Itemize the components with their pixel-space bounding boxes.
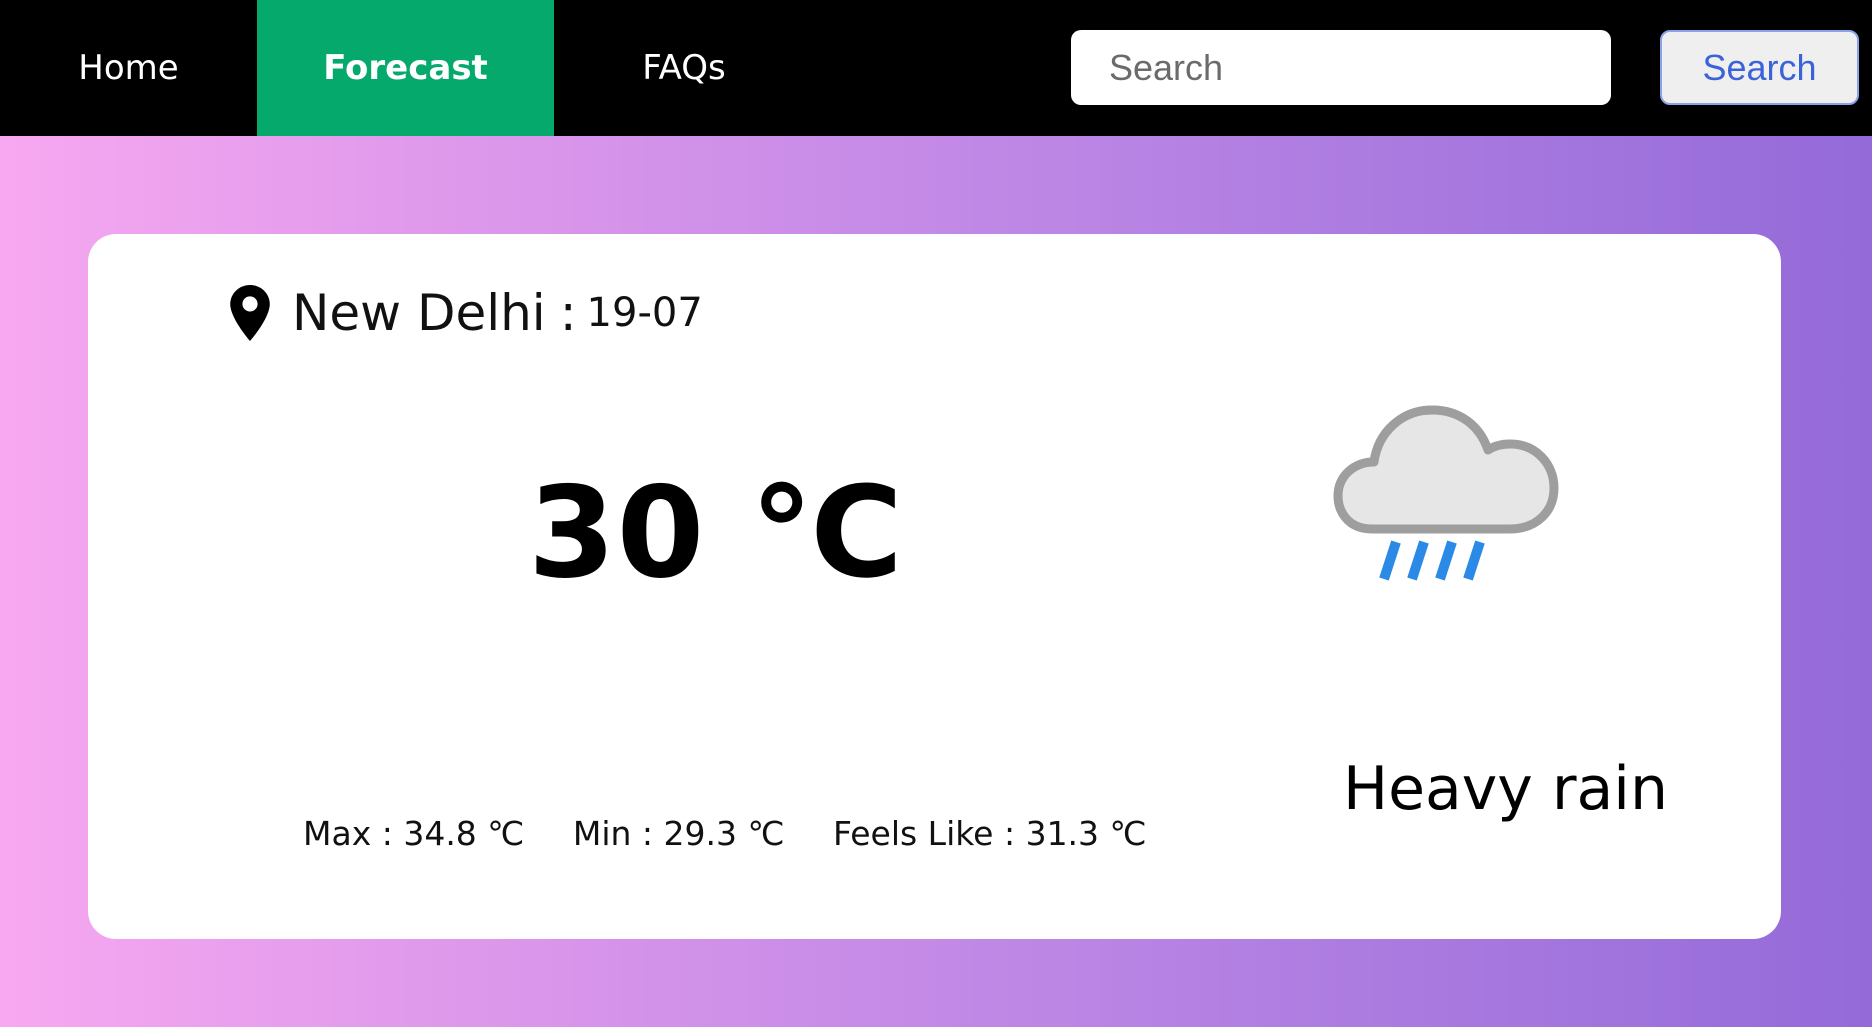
current-temperature: 30 ℃ [528,459,904,606]
temperature-stats: Max : 34.8 ℃ Min : 29.3 ℃ Feels Like : 3… [303,814,1185,853]
city-name: New Delhi [292,284,546,342]
min-temperature: Min : 29.3 ℃ [572,814,785,853]
map-pin-icon [230,285,270,341]
heavy-rain-cloud-icon [1333,405,1559,581]
feels-like-temperature: Feels Like : 31.3 ℃ [833,814,1147,853]
nav-faqs-link[interactable]: FAQs [554,0,814,136]
nav-home-link[interactable]: Home [0,0,257,136]
search-input[interactable] [1071,30,1611,105]
nav-forecast-link[interactable]: Forecast [257,0,554,136]
weather-card: New Delhi : 19-07 30 ℃ Heavy rain Max : … [88,234,1781,939]
forecast-date: 19-07 [586,290,703,336]
top-navbar: Home Forecast FAQs Search [0,0,1872,136]
max-temperature: Max : 34.8 ℃ [303,814,525,853]
location-row: New Delhi : 19-07 [230,278,703,348]
search-button[interactable]: Search [1660,30,1859,105]
location-separator: : [559,284,577,342]
weather-condition: Heavy rain [1342,754,1669,824]
